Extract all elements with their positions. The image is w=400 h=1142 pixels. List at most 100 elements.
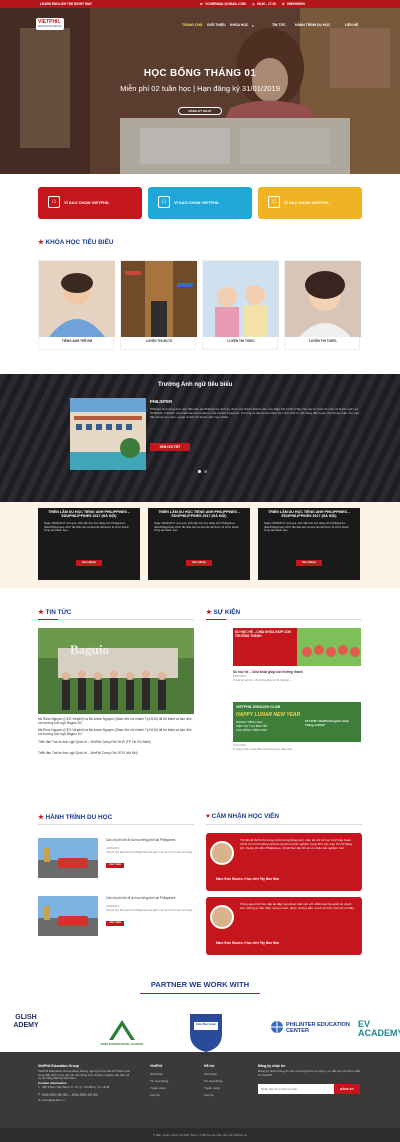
footer-phone[interactable]: 096.999.92.95 – 096.999.92.95: [42, 1092, 98, 1097]
news-heading: ★ TIN TỨC: [38, 608, 71, 616]
why-label: VÌ SAO CHỌN VIETPHIL: [284, 200, 330, 205]
news-item[interactable]: Triển lãm Trại hè Anh ngữ Quốc tế – Viet…: [38, 740, 194, 744]
clock-icon: ◷: [252, 2, 255, 6]
course-tile[interactable]: LUYỆN THI TOEFL: [284, 260, 361, 350]
logo-sub: EDUCATION GROUP: [38, 25, 62, 28]
phone-icon: ✆: [282, 2, 285, 6]
footer-col3-title: Hỗ trợ: [204, 1064, 215, 1068]
course-image: [39, 261, 115, 337]
nav-about[interactable]: GIỚI THIỆU: [207, 23, 226, 27]
footer-link[interactable]: Liên hệ: [150, 1093, 160, 1097]
nav-home[interactable]: TRANG CHỦ: [182, 23, 202, 27]
nav-contact[interactable]: LIÊN HỆ: [345, 23, 358, 27]
phone-link[interactable]: 0969999999: [287, 2, 305, 6]
bag-icon: ⌂: [158, 196, 170, 208]
feature-dot[interactable]: [198, 470, 201, 473]
hero-title: HỌC BỔNG THÁNG 01: [143, 68, 257, 79]
event-banner[interactable]: DU HỌC HÈ – CHÌA KHÓA GIÚP CON TRƯỞNG TH…: [233, 628, 361, 666]
journey-item[interactable]: Các chị phi khi đi du học tiếng Anh tại …: [38, 896, 198, 936]
footer-link[interactable]: Tin hoạt động: [204, 1079, 222, 1083]
bag-icon: ⌂: [48, 196, 60, 208]
footer-link[interactable]: Giới thiệu: [150, 1072, 163, 1076]
event-desc: Ừ mong muốn mang đến môi trường học tiến…: [233, 748, 294, 751]
newsletter-title: Đăng ký nhận tin: [258, 1064, 286, 1068]
journey-title: HÀNH TRÌNH DU HỌC: [45, 814, 113, 821]
newsletter-email-input[interactable]: [258, 1084, 334, 1094]
journey-item-title[interactable]: Các chị phi khi đi du học tiếng Anh tại …: [106, 896, 198, 900]
events-title: SỰ KIỆN: [213, 609, 241, 616]
course-tile[interactable]: LUYỆN THI TOEIC: [202, 260, 279, 350]
footer-link[interactable]: Tin hoạt động: [150, 1079, 168, 1083]
feature-dot[interactable]: [204, 470, 207, 473]
journey-item[interactable]: Các chị phi khi đi du học tiếng Anh tại …: [38, 838, 198, 878]
course-tile[interactable]: TIẾNG ANH TRẺ EM: [38, 260, 115, 350]
exhibition-desc: Ngày 19/03/2017 vừa qua, triển lãm Du họ…: [154, 521, 239, 533]
star-icon: ★: [38, 609, 44, 616]
journey-item-desc: Chi phí học tiếng anh tại Philippines ba…: [106, 851, 195, 854]
view-album-button[interactable]: Xem album: [296, 560, 322, 566]
why-box-2[interactable]: ⌂ VÌ SAO CHỌN VIETPHIL: [148, 187, 252, 219]
events-heading: ★ SỰ KIỆN: [206, 608, 240, 616]
event-banner[interactable]: VIETPHIL ENGLISH CLUB HAPPY LUNAR NEW YE…: [233, 702, 361, 742]
subscribe-button[interactable]: ĐĂNG KÝ: [334, 1084, 360, 1094]
footer-link[interactable]: Tuyển dụng: [204, 1086, 220, 1090]
exhibition-card[interactable]: TRIỂN LÃM DU HỌC TIẾNG ANH PHILIPPINES –…: [38, 508, 140, 580]
testimonial-quote: Trong quá trình học tập tại đây, bạn đượ…: [240, 902, 356, 910]
mail-icon: ✉: [200, 2, 203, 6]
featured-school: [0, 374, 400, 502]
news-item[interactable]: Ms Rose Nguyen (CEO Vietphil) và Ms Anni…: [38, 717, 194, 725]
journey-image: [38, 838, 98, 878]
hours: 08:00 - 17:00: [257, 2, 277, 6]
nav-news[interactable]: TIN TỨC: [272, 23, 286, 27]
event-photo: [297, 628, 361, 666]
partners-title: PARTNER WE WORK WITH: [150, 980, 250, 989]
why-box-1[interactable]: ⌂ VÌ SAO CHỌN VIETPHIL: [38, 187, 142, 219]
footer-email[interactable]: hotro@web2s.vn: [42, 1098, 65, 1102]
testimonial-author: Marc Exin Romeo / Học viên Tây Ban Nha: [216, 941, 279, 945]
exhibition-card[interactable]: TRIỂN LÃM DU HỌC TIẾNG ANH PHILIPPINES –…: [258, 508, 360, 580]
course-tile[interactable]: LUYỆN THI IELTS: [120, 260, 197, 350]
star-icon: ★: [206, 609, 212, 616]
news-title: TIN TỨC: [45, 609, 72, 616]
slogan: LEARN ENGLISH THE RIGHT WAY: [40, 2, 92, 6]
event-caption[interactable]: Du học hè – Chìa khóa giúp con trưởng th…: [233, 670, 361, 674]
testimonials-heading: ♥ CẢM NHẬN HỌC VIÊN: [206, 813, 279, 820]
course-image: [203, 261, 279, 337]
courses-heading: ★ KHÓA HỌC TIÊU BIỂU: [38, 238, 113, 246]
nav-journey[interactable]: HÀNH TRÌNH DU HỌC: [295, 23, 330, 27]
hero-subtitle: Miễn phí 02 tuần học | Hạn đăng ký 31/01…: [120, 84, 280, 93]
testimonial-quote: Tôi đã rất thích thú trong môi trường ti…: [240, 838, 353, 850]
testimonial-author: Marc Exin Romeo / Học viên Tây Ban Nha: [216, 877, 279, 881]
hero-slider: VIETPHIL EDUCATION GROUP TRANG CHỦ GIỚI …: [0, 8, 400, 174]
heart-icon: ♥: [206, 813, 210, 820]
see-details-button[interactable]: XEM CHI TIẾT: [150, 443, 190, 451]
footer-link[interactable]: Giới thiệu: [204, 1072, 217, 1076]
avatar: [210, 905, 234, 929]
why-box-3[interactable]: ⌂ VÌ SAO CHỌN VIETPHIL: [258, 187, 362, 219]
event-line: HAPPY LUNAR NEW YEAR: [236, 712, 301, 718]
nav-courses[interactable]: KHÓA HỌC: [230, 23, 248, 27]
view-album-button[interactable]: Xem album: [76, 560, 102, 566]
footer-link[interactable]: Tuyển dụng: [150, 1086, 166, 1090]
read-more-button[interactable]: XEM THÊM: [106, 921, 124, 926]
exhibition-title: TRIỂN LÃM DU HỌC TIẾNG ANH PHILIPPINES –…: [48, 510, 130, 519]
school-name: PHILINTER: [150, 399, 173, 404]
footer-about-title: VietPhil Education Group: [38, 1064, 79, 1068]
register-button[interactable]: ĐĂNG KÝ NGAY: [178, 107, 222, 115]
journey-image: [38, 896, 98, 936]
copyright: © Bản quyền thuộc về Web Team | Thiết kế…: [0, 1128, 400, 1142]
footer-link[interactable]: Liên hệ: [204, 1093, 214, 1097]
exhibition-title: TRIỂN LÃM DU HỌC TIẾNG ANH PHILIPPINES –…: [268, 510, 350, 519]
view-album-button[interactable]: Xem album: [186, 560, 212, 566]
footer-col2-title: VietPhil: [150, 1064, 163, 1068]
partner-logo[interactable]: Cebu Blue Ocean: [186, 1012, 226, 1052]
read-more-button[interactable]: XEM THÊM: [106, 863, 124, 868]
exhibition-card[interactable]: TRIỂN LÃM DU HỌC TIẾNG ANH PHILIPPINES –…: [148, 508, 250, 580]
news-item[interactable]: Ms Rose Nguyen (CEO Vietphil) và Ms Anni…: [38, 728, 194, 736]
logo[interactable]: VIETPHIL EDUCATION GROUP: [36, 18, 64, 30]
journey-item-title[interactable]: Các chị phi khi đi du học tiếng Anh tại …: [106, 838, 198, 842]
news-item[interactable]: Triển lãm Trại hè Anh ngữ Quốc tế – Viet…: [38, 751, 194, 755]
email-link[interactable]: YOUREMAIL@GMAIL.COM: [205, 2, 246, 6]
journey-item-date: 12/05/2019: [106, 847, 119, 850]
partner-logo[interactable]: GLISH ADEMY: [6, 1014, 46, 1052]
